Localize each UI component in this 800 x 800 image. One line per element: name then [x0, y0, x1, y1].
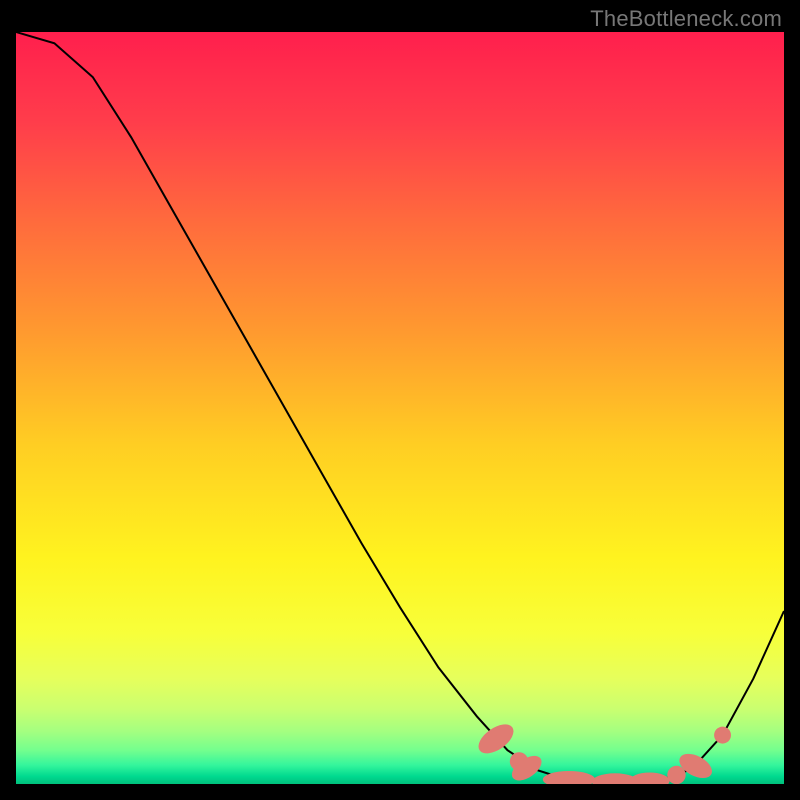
chart-background [16, 32, 784, 784]
chart-frame [16, 32, 784, 784]
watermark-text: TheBottleneck.com [590, 6, 782, 32]
curve-marker [667, 766, 685, 784]
chart-svg [16, 32, 784, 784]
curve-marker [714, 727, 731, 744]
